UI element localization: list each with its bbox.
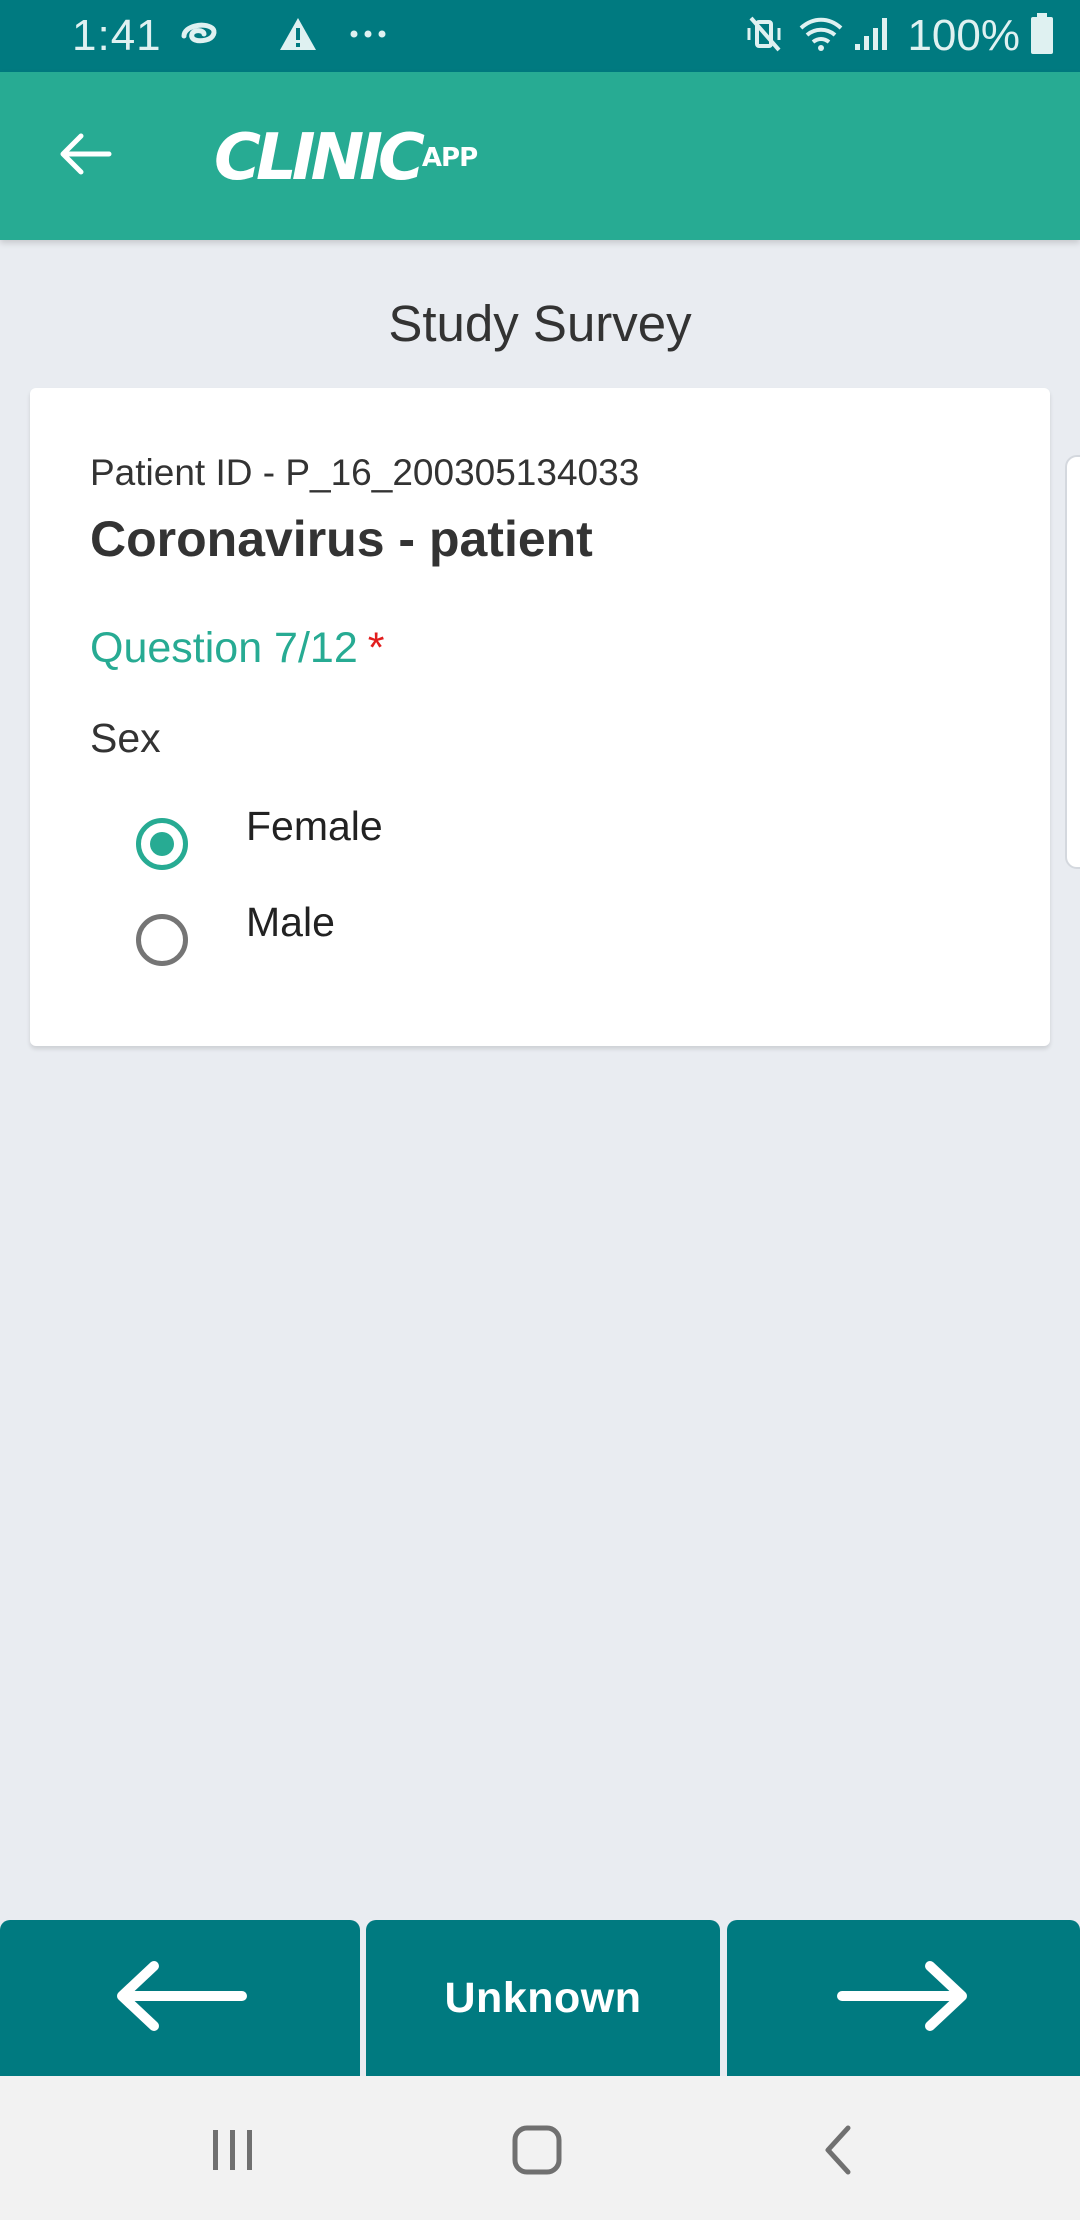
radio-male[interactable]	[136, 914, 188, 966]
battery-icon	[1030, 12, 1054, 60]
back-icon	[818, 2124, 858, 2181]
wifi-icon	[797, 14, 845, 59]
page-title: Study Survey	[388, 295, 692, 352]
home-button[interactable]	[497, 2116, 577, 2188]
system-navigation-bar	[0, 2076, 1080, 2220]
option-label: Female	[246, 803, 383, 849]
next-question-button[interactable]	[727, 1920, 1080, 2076]
app-bar: CLINIC APP	[0, 72, 1080, 240]
recents-button[interactable]	[193, 2116, 273, 2188]
unknown-answer-button[interactable]: Unknown	[366, 1920, 720, 2076]
status-bar: 1:41 100%	[0, 0, 1080, 72]
option-female[interactable]: Female	[90, 796, 990, 880]
radio-female[interactable]	[136, 818, 188, 870]
back-button[interactable]	[40, 116, 130, 196]
system-back-button[interactable]	[798, 2116, 878, 2188]
patient-id: Patient ID - P_16_200305134033	[90, 452, 640, 493]
arrow-left-icon	[57, 130, 113, 183]
clinicapp-logo: CLINIC APP	[214, 120, 478, 196]
mute-vibrate-icon	[745, 14, 785, 59]
status-right: 100%	[745, 8, 1054, 64]
logo-main-text: CLINIC	[214, 121, 425, 195]
unknown-label: Unknown	[444, 1973, 642, 2022]
previous-question-button[interactable]	[0, 1920, 360, 2076]
status-notification-icons	[178, 14, 388, 58]
survey-card: Patient ID - P_16_200305134033 Coronavir…	[30, 388, 1050, 1046]
sync-icon	[178, 18, 222, 55]
required-marker: *	[367, 624, 385, 672]
next-card-peek[interactable]	[1065, 455, 1080, 869]
recents-icon	[209, 2126, 257, 2179]
option-male[interactable]: Male	[90, 892, 990, 976]
question-number: Question 7/12	[90, 624, 358, 672]
warning-icon	[278, 16, 318, 57]
survey-name: Coronavirus - patient	[90, 511, 593, 567]
home-icon	[511, 2124, 563, 2181]
arrow-left-icon	[110, 1956, 250, 2041]
question-text: Sex	[90, 715, 161, 761]
logo-sub-text: APP	[421, 143, 478, 173]
question-number-label: Question 7/12 *	[90, 618, 384, 678]
battery-percentage: 100%	[907, 11, 1020, 60]
arrow-right-icon	[834, 1956, 974, 2041]
status-time: 1:41	[72, 11, 162, 60]
signal-icon	[853, 14, 893, 59]
more-dots-icon	[348, 27, 388, 45]
option-label: Male	[246, 899, 335, 945]
